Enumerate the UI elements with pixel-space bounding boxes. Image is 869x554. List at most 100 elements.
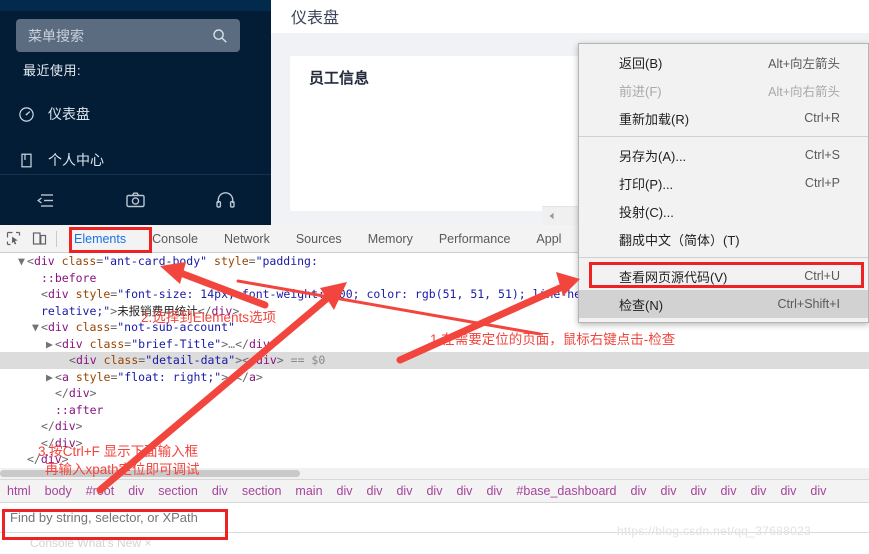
context-menu-item[interactable]: 检查(N) Ctrl+Shift+I	[579, 290, 868, 318]
dom-token: >	[269, 336, 277, 351]
context-menu-item-label: 投射(C)...	[619, 204, 674, 220]
find-input[interactable]	[8, 509, 308, 526]
context-menu-item-label: 翻成中文（简体）(T)	[619, 232, 740, 248]
context-menu-item[interactable]: 查看网页源代码(V) Ctrl+U	[579, 262, 868, 290]
chevron-down-icon[interactable]: ▼	[18, 253, 27, 270]
breadcrumb-item[interactable]: div	[360, 484, 390, 498]
inspect-element-icon[interactable]	[0, 226, 26, 252]
dom-token: div	[54, 419, 76, 433]
dom-token: "brief-Title"	[131, 336, 222, 351]
dom-token: == $0	[290, 353, 326, 367]
dom-token: ></	[235, 353, 257, 367]
chevron-down-icon[interactable]: ▼	[32, 319, 41, 336]
card-title: 员工信息	[309, 70, 370, 87]
tab-memory[interactable]: Memory	[355, 225, 426, 253]
context-menu-item-accelerator: Ctrl+U	[804, 269, 840, 283]
breadcrumb-item[interactable]: div	[330, 484, 360, 498]
dom-tree-line[interactable]: ::after	[0, 402, 869, 419]
dom-token: class	[75, 320, 111, 334]
tab-network[interactable]: Network	[211, 225, 283, 253]
menu-search-placeholder: 菜单搜索	[28, 27, 84, 44]
breadcrumb-item[interactable]: section	[151, 484, 205, 498]
recent-used-label: 最近使用:	[23, 63, 82, 78]
breadcrumb-item[interactable]: div	[479, 484, 509, 498]
dom-token	[55, 254, 62, 268]
breadcrumb-item[interactable]: main	[288, 484, 329, 498]
tab-sources[interactable]: Sources	[283, 225, 355, 253]
context-menu-item[interactable]: 返回(B) Alt+向左箭头	[579, 48, 868, 76]
dom-tree-line[interactable]: ▶ <a style="float: right;">…</a>	[0, 369, 869, 386]
tab-performance[interactable]: Performance	[426, 225, 524, 253]
search-icon	[212, 28, 228, 44]
breadcrumb-item[interactable]: div	[121, 484, 151, 498]
context-menu-item-accelerator: Ctrl+P	[804, 176, 840, 190]
camera-icon[interactable]	[90, 189, 180, 212]
device-toolbar-icon[interactable]	[26, 226, 52, 252]
collapse-menu-icon[interactable]	[0, 189, 90, 212]
breadcrumb-item[interactable]: div	[803, 484, 833, 498]
chevron-right-icon[interactable]: ▶	[46, 369, 55, 386]
dom-token: "detail-data"	[145, 353, 236, 367]
context-menu-item[interactable]: 翻成中文（简体）(T)	[579, 225, 868, 253]
breadcrumb-item[interactable]: div	[713, 484, 743, 498]
scroll-left-arrow-icon[interactable]	[545, 208, 559, 224]
dom-token: a	[61, 369, 69, 384]
annotation-note-2: 2.选择到Elements选项	[141, 310, 277, 325]
dom-token: "font-size: 14px; font-weight: 600; colo…	[117, 287, 595, 301]
breadcrumb-item[interactable]: div	[624, 484, 654, 498]
breadcrumb-item[interactable]: div	[683, 484, 713, 498]
breadcrumb-item[interactable]: #root	[79, 484, 122, 498]
headset-icon[interactable]	[181, 189, 271, 212]
browser-context-menu[interactable]: 返回(B) Alt+向左箭头 前进(F) Alt+向右箭头 重新加载(R) Ctrl+R 另…	[578, 43, 869, 323]
dom-tree-line[interactable]: </div>	[0, 385, 869, 402]
dom-token: class	[89, 336, 125, 351]
context-menu-item: 前进(F) Alt+向右箭头	[579, 76, 868, 104]
dom-token: "float: right;"	[117, 369, 222, 384]
breadcrumb-item[interactable]: div	[654, 484, 684, 498]
dom-tree-line[interactable]: </div>	[0, 418, 869, 435]
context-menu-item-label: 查看网页源代码(V)	[619, 269, 728, 285]
dom-token	[207, 254, 214, 268]
breadcrumb-item[interactable]: div	[419, 484, 449, 498]
dom-token: div	[256, 353, 277, 367]
breadcrumb-item[interactable]: div	[773, 484, 803, 498]
breadcrumb-item[interactable]: div	[389, 484, 419, 498]
context-menu-separator	[579, 257, 868, 258]
breadcrumb-item[interactable]: div	[205, 484, 235, 498]
breadcrumb-item[interactable]: #base_dashboard	[509, 484, 623, 498]
dashboard-icon	[18, 106, 35, 123]
dom-token: <	[41, 320, 48, 334]
breadcrumb-item[interactable]: section	[235, 484, 289, 498]
breadcrumb-item[interactable]: div	[449, 484, 479, 498]
page-title: 仪表盘	[291, 10, 340, 27]
dom-token: </	[235, 336, 249, 351]
breadcrumb-item[interactable]: html	[0, 484, 38, 498]
context-menu-item[interactable]: 另存为(A)... Ctrl+S	[579, 141, 868, 169]
dom-token: </	[235, 369, 249, 384]
dom-token: ::before	[41, 270, 97, 285]
tab-elements[interactable]: Elements	[61, 225, 139, 253]
dom-token: div	[75, 353, 97, 367]
chevron-right-icon[interactable]: ▶	[46, 336, 55, 353]
dom-token: =	[248, 254, 256, 268]
dom-token: div	[47, 320, 69, 334]
drawer-console-label[interactable]: Console What's New ×	[30, 536, 151, 550]
dom-token: ::after	[55, 402, 104, 417]
dom-token: div	[248, 336, 270, 351]
dom-tree-line[interactable]: <div class="detail-data"></div> == $0	[0, 352, 869, 369]
context-menu-item[interactable]: 投射(C)...	[579, 197, 868, 225]
tab-application[interactable]: Appl	[523, 225, 574, 253]
sidebar-item-label: 仪表盘	[48, 106, 90, 122]
tab-console[interactable]: Console	[139, 225, 211, 253]
sidebar-item-personal-center[interactable]: 个人中心	[18, 150, 104, 170]
context-menu-item[interactable]: 打印(P)... Ctrl+P	[579, 169, 868, 197]
context-menu-item-accelerator: Alt+向右箭头	[768, 84, 840, 99]
menu-search-input[interactable]: 菜单搜索	[16, 19, 240, 52]
breadcrumb-item[interactable]: body	[38, 484, 79, 498]
breadcrumb-item[interactable]: div	[743, 484, 773, 498]
context-menu-item[interactable]: 重新加载(R) Ctrl+R	[579, 104, 868, 132]
devtools-tabs: Elements Console Network Sources Memory …	[61, 225, 574, 253]
sidebar-item-dashboard[interactable]: 仪表盘	[18, 104, 90, 124]
dom-token: div	[68, 386, 90, 400]
context-menu-separator	[579, 136, 868, 137]
